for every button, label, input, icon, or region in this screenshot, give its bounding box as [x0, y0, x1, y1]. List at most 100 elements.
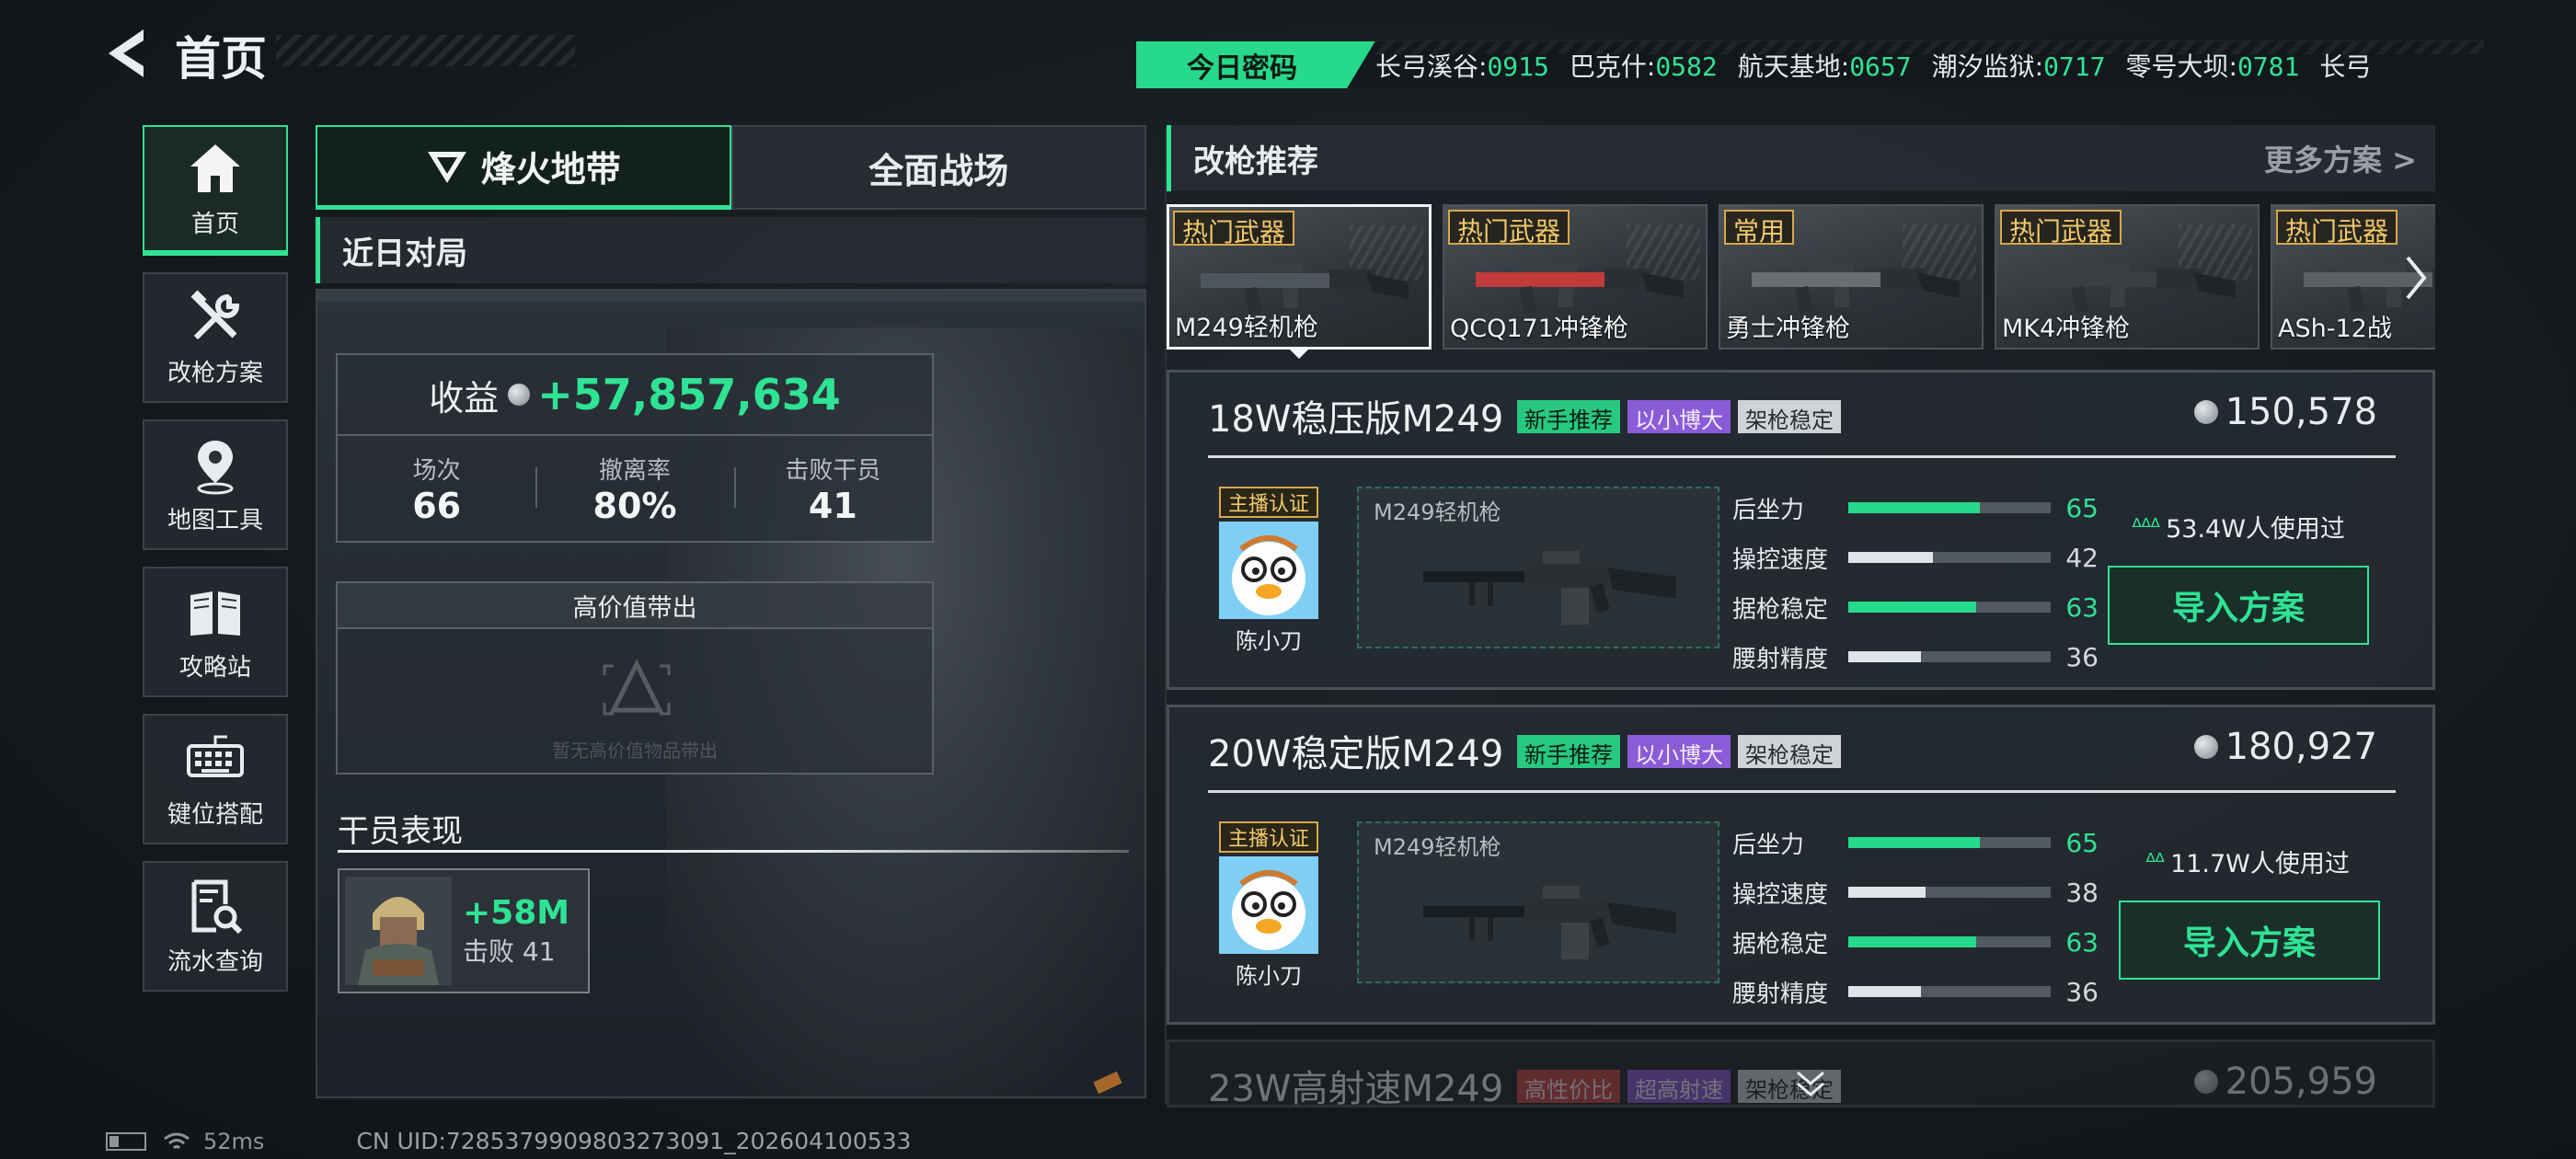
attribute-label: 后坐力 [1732, 496, 1805, 524]
plan-tag: 以小博大 [1627, 400, 1731, 433]
gun-plan-card[interactable]: 20W稳定版M249 新手推荐 以小博大 架枪稳定 180,927 主播认证 陈小刀… [1167, 705, 2435, 1025]
attribute-label: 后坐力 [1732, 831, 1805, 859]
map-name: 巴克什: [1569, 51, 1656, 82]
attribute-bar [1848, 502, 2051, 513]
battery-icon [106, 1131, 146, 1151]
attribute-bar-fill [1848, 837, 1980, 848]
plan-price: 150,578 [2193, 391, 2377, 433]
weapon-tag: 热门武器 [2000, 210, 2122, 247]
section-title: 改枪推荐 [1193, 143, 1318, 180]
plan-tag: 高性价比 [1517, 1070, 1620, 1103]
price-value: 180,927 [2225, 726, 2377, 768]
attribute-label: 腰射精度 [1732, 980, 1829, 1008]
gun-preview: M249轻机枪 [1357, 487, 1719, 648]
high-value-box: 高价值带出 暂无高价值物品带出 [336, 581, 934, 775]
map-name: 长弓 [2319, 51, 2372, 82]
attribute-list: 后坐力 65 操控速度 38 据枪稳定 63 腰射精度 36 [1732, 818, 2100, 1016]
nav-item-home[interactable]: 首页 [143, 125, 288, 256]
plan-tag: 架枪稳定 [1738, 735, 1841, 768]
nav-item-label: 攻略站 [178, 653, 251, 682]
nav-item-label: 流水查询 [167, 947, 263, 976]
streamer-verified-badge: 主播认证 [1219, 487, 1318, 518]
nav-item-label: 首页 [190, 210, 239, 238]
plan-tag: 新手推荐 [1517, 735, 1620, 768]
scroll-down-icon[interactable] [1792, 1067, 1829, 1104]
wifi-icon [164, 1132, 190, 1149]
daily-code-item: 零号大坝:0781 [2126, 47, 2300, 84]
tab-hazard-zone[interactable]: 烽火地带 [316, 125, 731, 210]
map-name: 潮汐监狱: [1931, 51, 2044, 82]
weapon-card[interactable]: 热门武器 M249轻机枪 [1167, 204, 1432, 350]
hot-flame-icon: ᐞᐞ [2145, 848, 2166, 875]
attribute-value: 65 [2065, 827, 2099, 858]
gun-plan-card[interactable]: 18W稳压版M249 新手推荐 以小博大 架枪稳定 150,578 主播认证 陈小刀… [1167, 370, 2435, 690]
attribute-label: 操控速度 [1732, 880, 1829, 909]
attribute-bar [1848, 602, 2051, 613]
daily-code-label: 今日密码 [1136, 41, 1375, 88]
attribute-value: 65 [2065, 492, 2099, 523]
daily-code-item: 长弓 [2319, 47, 2371, 84]
daily-code-bar: 今日密码 长弓溪谷:0915 巴克什:0582 航天基地:0657 潮汐监狱:0717… [1136, 40, 2484, 88]
nav-item-keybinds[interactable]: 键位搭配 [143, 714, 288, 844]
weapon-tag: 热门武器 [1448, 210, 1570, 247]
search-document-icon [191, 879, 243, 934]
weapon-carousel: 热门武器 M249轻机枪 热门武器 QCQ171冲锋枪 常用 勇士冲锋枪 热门武… [1167, 204, 2435, 350]
stat-extraction-rate: 撤离率 80% [535, 436, 733, 541]
weapon-image [2028, 263, 2236, 315]
map-pin-icon [197, 440, 234, 494]
import-plan-button[interactable]: 导入方案 [2108, 566, 2369, 645]
weapon-name: QCQ171冲锋枪 [1450, 315, 1628, 343]
attribute-label: 操控速度 [1732, 545, 1829, 574]
streamer-verified-badge: 主播认证 [1219, 821, 1318, 853]
gun-image [1423, 551, 1676, 625]
usage-text: 53.4W人使用过 [2166, 515, 2345, 544]
weapon-tag: 热门武器 [2276, 210, 2398, 247]
daily-code-item: 航天基地:0657 [1738, 47, 1912, 84]
keyboard-icon [187, 735, 244, 777]
nav-item-gun-plans[interactable]: 改枪方案 [143, 272, 288, 403]
recent-match-card: 收益 +57,857,634 场次 66 撤离率 80% 击败干员 41 高价值… [316, 289, 1146, 1098]
gun-preview: M249轻机枪 [1357, 821, 1719, 983]
gun-name: M249轻机枪 [1374, 834, 1501, 860]
stat-label: 击败干员 [785, 456, 881, 485]
attribute-label: 据枪稳定 [1732, 595, 1829, 624]
nav-item-guides[interactable]: 攻略站 [143, 567, 288, 697]
coin-icon [508, 384, 531, 406]
attribute-list: 后坐力 65 操控速度 42 据枪稳定 63 腰射精度 36 [1732, 483, 2100, 682]
chevron-right-icon[interactable] [2402, 250, 2430, 305]
earnings-value: +57,857,634 [537, 370, 841, 419]
plan-price: 180,927 [2193, 726, 2377, 768]
attribute-bar-fill [1848, 936, 1976, 947]
gun-image [1423, 886, 1676, 959]
delta-logo-icon [427, 151, 466, 183]
plan-tag: 超高射速 [1627, 1070, 1731, 1103]
plan-price: 205,959 [2193, 1061, 2377, 1103]
coin-icon [2193, 735, 2218, 759]
weapon-card[interactable]: 热门武器 MK4冲锋枪 [1995, 204, 2260, 350]
attribute-label: 据枪稳定 [1732, 930, 1829, 958]
nav-item-transactions[interactable]: 流水查询 [143, 861, 288, 992]
weapon-name: ASh-12战 [2278, 315, 2392, 343]
tab-full-battlefield[interactable]: 全面战场 [730, 125, 1146, 210]
back-arrow-icon[interactable] [103, 26, 151, 81]
high-value-title: 高价值带出 [338, 583, 932, 629]
nav-item-map-tools[interactable]: 地图工具 [143, 419, 288, 550]
more-plans-link[interactable]: 更多方案 > [2264, 137, 2417, 179]
stat-label: 场次 [412, 456, 461, 485]
attribute-value: 36 [2065, 641, 2099, 672]
stat-value: 66 [412, 485, 462, 526]
attribute-row: 据枪稳定 63 [1732, 917, 2100, 967]
attribute-bar [1848, 837, 2051, 848]
attribute-bar [1848, 651, 2051, 662]
attribute-bar [1848, 986, 2051, 997]
attribute-bar-fill [1848, 887, 1926, 898]
code-value: 0781 [2237, 51, 2300, 82]
weapon-card[interactable]: 热门武器 QCQ171冲锋枪 [1443, 204, 1708, 350]
weapon-card[interactable]: 常用 勇士冲锋枪 [1719, 204, 1984, 350]
import-plan-button[interactable]: 导入方案 [2119, 901, 2380, 980]
home-icon [190, 143, 240, 192]
nav-item-label: 改枪方案 [167, 359, 263, 387]
operator-performance-card[interactable]: +58M 击败 41 [338, 868, 590, 993]
attribute-bar-fill [1848, 502, 1980, 513]
attribute-row: 据枪稳定 63 [1732, 582, 2100, 632]
